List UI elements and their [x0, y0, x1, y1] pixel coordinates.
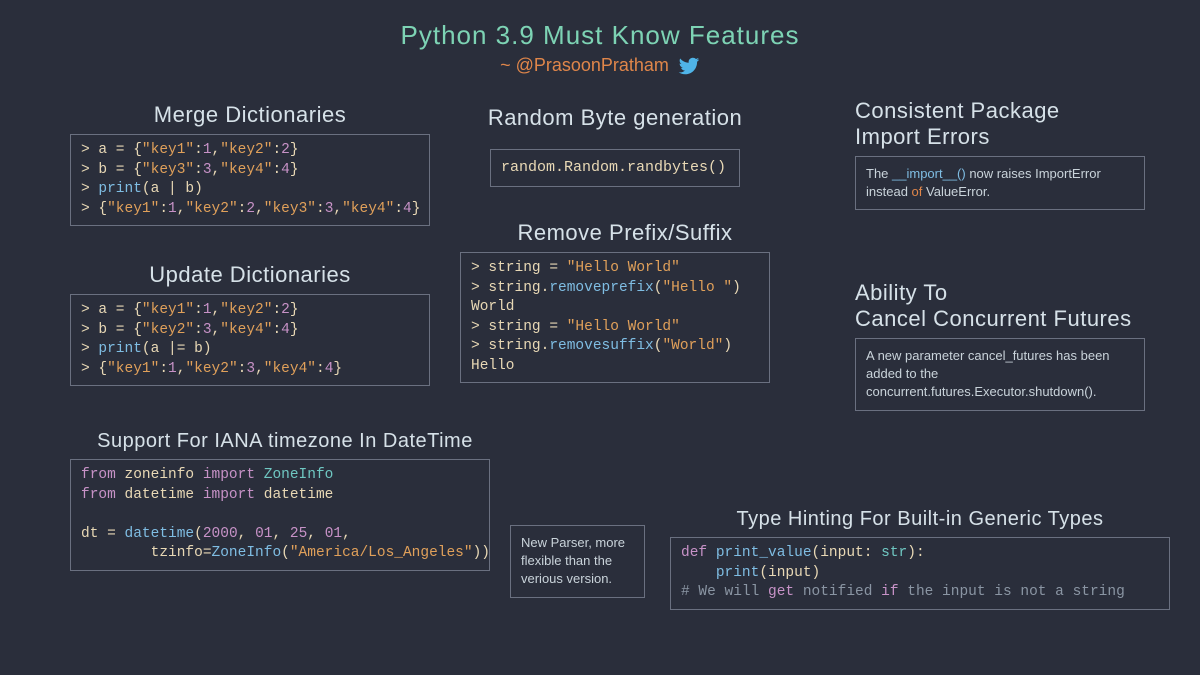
code-box: > a = {"key1":1,"key2":2} > b = {"key2":…	[70, 294, 430, 386]
section-iana-timezone: Support For IANA timezone In DateTime fr…	[70, 430, 500, 571]
info-box: New Parser, more flexible than the verio…	[510, 525, 645, 598]
section-new-parser: New Parser, more flexible than the verio…	[510, 525, 645, 598]
section-remove-prefix-suffix: Remove Prefix/Suffix > string = "Hello W…	[460, 220, 790, 383]
info-box: A new parameter cancel_futures has been …	[855, 338, 1145, 411]
section-type-hinting: Type Hinting For Built-in Generic Types …	[670, 508, 1170, 610]
code-box: > string = "Hello World" > string.remove…	[460, 252, 770, 383]
author-handle: ~ @PrasoonPratham	[500, 55, 669, 75]
section-random-bytes: Random Byte generation random.Random.ran…	[460, 105, 770, 187]
section-title: Type Hinting For Built-in Generic Types	[670, 508, 1170, 531]
section-merge-dictionaries: Merge Dictionaries > a = {"key1":1,"key2…	[70, 102, 430, 226]
section-import-errors: Consistent Package Import Errors The __i…	[855, 98, 1155, 210]
info-box: The __import__() now raises ImportError …	[855, 156, 1145, 210]
section-title: Remove Prefix/Suffix	[460, 220, 790, 246]
section-title: Update Dictionaries	[70, 262, 430, 288]
section-title: Support For IANA timezone In DateTime	[70, 430, 500, 453]
page-title: Python 3.9 Must Know Features	[0, 0, 1200, 51]
section-cancel-futures: Ability To Cancel Concurrent Futures A n…	[855, 280, 1155, 411]
section-title: Ability To Cancel Concurrent Futures	[855, 280, 1155, 332]
code-box: def print_value(input: str): print(input…	[670, 537, 1170, 610]
code-box: > a = {"key1":1,"key2":2} > b = {"key3":…	[70, 134, 430, 226]
section-title: Consistent Package Import Errors	[855, 98, 1155, 150]
section-title: Merge Dictionaries	[70, 102, 430, 128]
twitter-icon	[674, 55, 700, 75]
code-box: from zoneinfo import ZoneInfo from datet…	[70, 459, 490, 571]
section-title: Random Byte generation	[460, 105, 770, 131]
code-box: random.Random.randbytes()	[490, 149, 740, 187]
section-update-dictionaries: Update Dictionaries > a = {"key1":1,"key…	[70, 262, 430, 386]
author-line: ~ @PrasoonPratham	[0, 55, 1200, 77]
